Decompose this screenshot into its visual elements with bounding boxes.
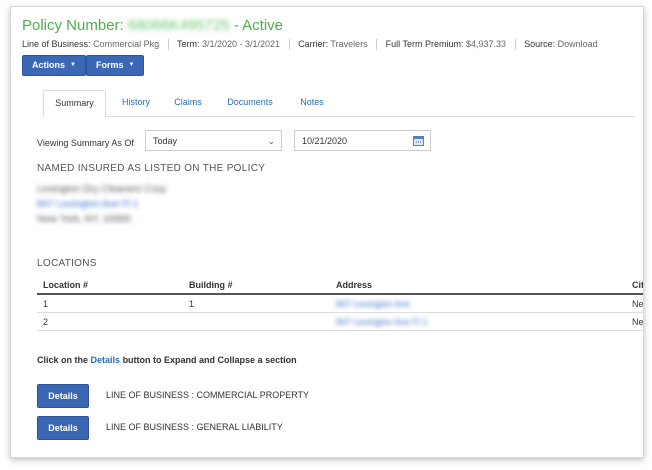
table-header-row: Location # Building # Address Cit bbox=[37, 277, 643, 295]
term-value: 3/1/2020 - 3/1/2021 bbox=[201, 39, 281, 49]
date-value: 10/21/2020 bbox=[302, 136, 348, 146]
column-header: Building # bbox=[183, 277, 330, 295]
page-title: Policy Number: 68066K495725 - Active bbox=[22, 17, 283, 34]
caret-down-icon: ▼ bbox=[70, 62, 76, 69]
column-header: Location # bbox=[37, 277, 183, 295]
caret-down-icon: ▼ bbox=[128, 62, 135, 69]
divider bbox=[376, 39, 378, 51]
column-header: Cit bbox=[626, 277, 643, 295]
tab-history[interactable]: History bbox=[114, 90, 158, 115]
locations-heading: LOCATIONS bbox=[37, 258, 97, 269]
location-cell: 2 bbox=[37, 312, 183, 331]
table-row: 2 847 Lexington Ave Fl 1 Ne bbox=[37, 312, 643, 331]
policy-number-label: Policy Number: bbox=[22, 17, 124, 34]
city-cell: Ne bbox=[626, 312, 643, 331]
lob-label: Line of Business: bbox=[22, 39, 91, 49]
instructions-prefix: Click on the bbox=[37, 355, 89, 365]
tab-bar: Summary History Claims Documents Notes bbox=[43, 90, 635, 117]
insured-street-link[interactable]: 847 Lexington Ave Fl 1 bbox=[37, 199, 139, 210]
select-value: Today bbox=[153, 136, 178, 146]
actions-dropdown-button[interactable]: Actions ▼ bbox=[22, 55, 86, 76]
tab-claims[interactable]: Claims bbox=[167, 90, 209, 115]
details-button-commercial-property[interactable]: Details bbox=[37, 384, 89, 408]
address-link[interactable]: 847 Lexington Ave bbox=[330, 294, 626, 313]
carrier-value: Travelers bbox=[330, 39, 368, 49]
details-button-general-liability[interactable]: Details bbox=[37, 416, 89, 440]
section-label-general-liability: LINE OF BUSINESS : GENERAL LIABILITY bbox=[106, 422, 283, 432]
column-header: Address bbox=[330, 277, 626, 295]
address-link[interactable]: 847 Lexington Ave Fl 1 bbox=[330, 312, 626, 331]
instructions-suffix: button to Expand and Collapse a section bbox=[122, 355, 297, 365]
divider bbox=[167, 39, 169, 51]
carrier-label: Carrier: bbox=[298, 39, 329, 49]
insured-name: Lexington Dry Cleaners Corp bbox=[37, 184, 166, 195]
expand-collapse-instructions: Click on the Details button to Expand an… bbox=[37, 355, 297, 365]
section-label-commercial-property: LINE OF BUSINESS : COMMERCIAL PROPERTY bbox=[106, 390, 310, 400]
city-cell: Ne bbox=[626, 294, 643, 313]
forms-dropdown-button[interactable]: Forms ▼ bbox=[86, 55, 145, 76]
premium-value: $4,937.33 bbox=[466, 39, 507, 49]
building-cell: 1 bbox=[183, 294, 330, 313]
divider bbox=[514, 39, 516, 51]
source-value: Download bbox=[557, 39, 598, 49]
details-link[interactable]: Details bbox=[91, 355, 121, 365]
lob-value: Commercial Pkg bbox=[93, 39, 160, 49]
tab-notes[interactable]: Notes bbox=[292, 90, 332, 115]
divider bbox=[288, 39, 290, 51]
term-label: Term: bbox=[176, 39, 200, 49]
calendar-icon[interactable] bbox=[413, 136, 424, 146]
forms-label: Forms bbox=[96, 60, 124, 70]
building-cell bbox=[183, 312, 330, 331]
viewing-summary-label: Viewing Summary As Of bbox=[37, 138, 134, 148]
chevron-down-icon: ⌄ bbox=[267, 136, 275, 146]
summary-date-input[interactable]: 10/21/2020 bbox=[294, 130, 431, 151]
policy-meta: Line of Business: Commercial Pkg Term: 3… bbox=[22, 39, 598, 51]
insured-city: New York, NY, 10065 bbox=[37, 214, 131, 225]
tab-documents[interactable]: Documents bbox=[220, 90, 280, 115]
tab-summary[interactable]: Summary bbox=[43, 90, 106, 117]
location-cell: 1 bbox=[37, 294, 183, 313]
premium-label: Full Term Premium: bbox=[385, 39, 464, 49]
actions-label: Actions bbox=[32, 60, 66, 70]
named-insured-heading: NAMED INSURED AS LISTED ON THE POLICY bbox=[37, 163, 266, 174]
table-row: 1 1 847 Lexington Ave Ne bbox=[37, 294, 643, 313]
policy-number: 68066K495725 bbox=[127, 17, 230, 34]
policy-card: Policy Number: 68066K495725 - Active Lin… bbox=[10, 6, 644, 458]
policy-status: - Active bbox=[233, 17, 284, 34]
source-label: Source: bbox=[524, 39, 556, 49]
locations-table: Location # Building # Address Cit 1 1 84… bbox=[37, 277, 643, 331]
summary-as-of-select[interactable]: Today ⌄ bbox=[145, 130, 282, 151]
